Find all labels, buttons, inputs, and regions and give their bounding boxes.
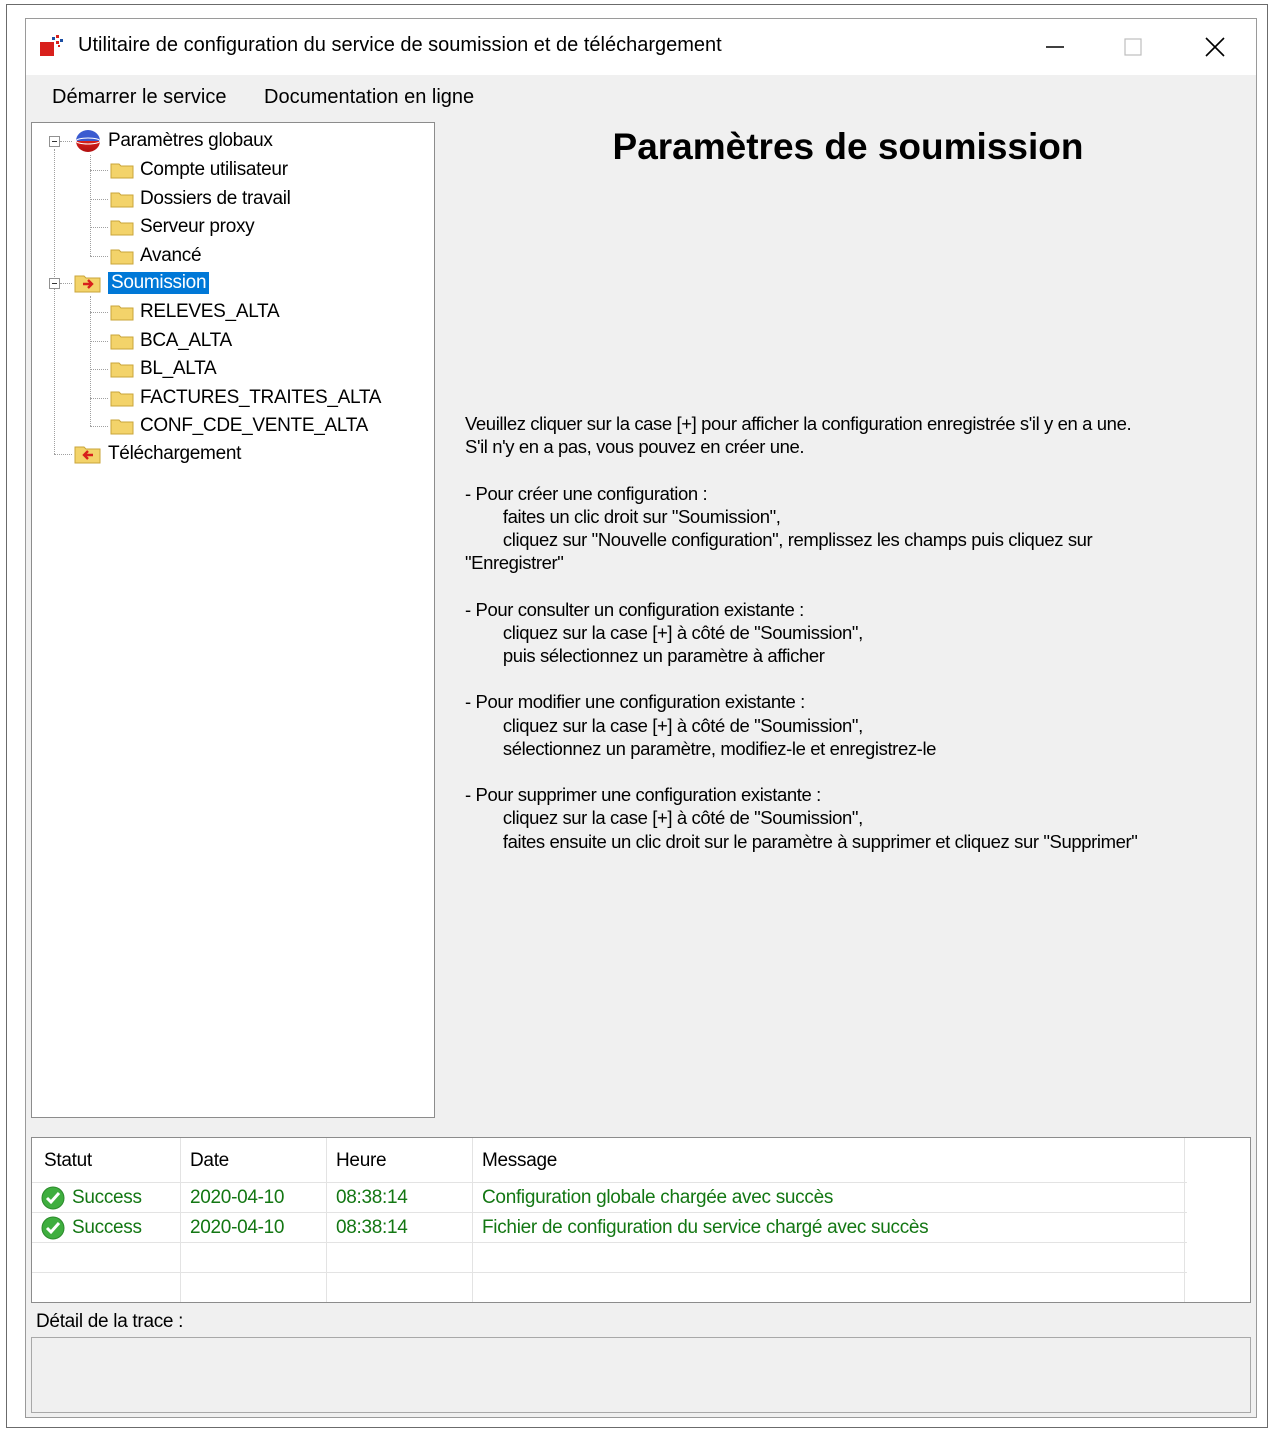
trace-detail-field[interactable] [31, 1337, 1251, 1413]
tree-connector [90, 398, 108, 399]
tree-node-work-folders[interactable]: Dossiers de travail [110, 186, 291, 212]
folder-icon [110, 192, 134, 208]
folder-icon [110, 220, 134, 236]
log-message: Configuration globale chargée avec succè… [482, 1187, 834, 1208]
folder-icon [110, 334, 134, 350]
tree-node-bl[interactable]: BL_ALTA [110, 356, 217, 382]
minimize-button[interactable] [1032, 25, 1078, 69]
title-bar[interactable]: Utilitaire de configuration du service d… [26, 19, 1256, 75]
tree-node-advanced[interactable]: Avancé [110, 243, 202, 269]
tree-connector [90, 312, 108, 313]
row-divider [32, 1182, 1187, 1183]
maximize-button[interactable] [1110, 25, 1156, 69]
folder-icon [110, 391, 134, 407]
tree-connector [60, 283, 72, 284]
tree-connector [54, 289, 55, 454]
tree-node-proxy-server[interactable]: Serveur proxy [110, 214, 255, 240]
tree-label: BL_ALTA [140, 358, 217, 379]
log-status: Success [72, 1187, 142, 1208]
window-title: Utilitaire de configuration du service d… [78, 34, 722, 56]
tree-connector [90, 341, 108, 342]
tree-node-global[interactable]: Paramètres globaux [74, 128, 273, 154]
tree-connector [54, 454, 72, 455]
tree-connector [90, 256, 108, 257]
tree-label: FACTURES_TRAITES_ALTA [140, 387, 382, 408]
menu-bar: Démarrer le service Documentation en lig… [26, 75, 1256, 119]
column-divider [326, 1138, 327, 1302]
tree-node-conf-cde[interactable]: CONF_CDE_VENTE_ALTA [110, 413, 368, 439]
folder-icon [110, 163, 134, 179]
tree-label-global: Paramètres globaux [108, 130, 273, 151]
help-text: Veuillez cliquer sur la case [+] pour af… [465, 413, 1138, 852]
tree-label: RELEVES_ALTA [140, 301, 280, 322]
menu-start-service[interactable]: Démarrer le service [52, 84, 226, 111]
tree-node-releves[interactable]: RELEVES_ALTA [110, 299, 280, 325]
column-header-date[interactable]: Date [190, 1150, 229, 1172]
settings-tree[interactable]: Paramètres globaux Compte utilisateur Do… [31, 122, 435, 1118]
column-header-time[interactable]: Heure [336, 1150, 387, 1172]
log-status: Success [72, 1217, 142, 1238]
maximize-icon [1124, 38, 1142, 56]
menu-online-documentation[interactable]: Documentation en ligne [264, 84, 474, 111]
tree-connector [90, 426, 108, 427]
tree-label-download: Téléchargement [108, 443, 242, 464]
tree-connector [90, 369, 108, 370]
tree-label: Compte utilisateur [140, 159, 288, 180]
row-divider [32, 1242, 1187, 1243]
success-check-icon [41, 1186, 65, 1210]
tree-label: Serveur proxy [140, 216, 255, 237]
log-time: 08:38:14 [336, 1217, 408, 1238]
folder-icon [110, 249, 134, 265]
folder-icon [110, 305, 134, 321]
folder-icon [110, 419, 134, 435]
details-panel: Paramètres de soumission Veuillez clique… [444, 122, 1252, 1118]
log-time: 08:38:14 [336, 1187, 408, 1208]
collapse-toggle-submission[interactable] [49, 278, 60, 289]
tree-label-submission: Soumission [108, 272, 210, 294]
tree-connector [54, 149, 55, 289]
tree-label: BCA_ALTA [140, 330, 232, 351]
minimize-icon [1046, 46, 1064, 48]
panel-heading: Paramètres de soumission [612, 126, 1084, 167]
column-divider [472, 1138, 473, 1302]
trace-label: Détail de la trace : [36, 1311, 184, 1332]
tree-node-factures[interactable]: FACTURES_TRAITES_ALTA [110, 385, 381, 411]
log-message: Fichier de configuration du service char… [482, 1217, 929, 1238]
tree-node-user-account[interactable]: Compte utilisateur [110, 157, 288, 183]
close-icon [1205, 37, 1225, 57]
success-check-icon [41, 1216, 65, 1240]
log-date: 2020-04-10 [190, 1187, 285, 1208]
tree-connector [90, 170, 108, 171]
tree-label: CONF_CDE_VENTE_ALTA [140, 415, 368, 436]
row-divider [32, 1272, 1187, 1273]
tree-connector [90, 296, 91, 426]
tree-node-download[interactable]: Téléchargement [74, 441, 241, 467]
tree-node-bca[interactable]: BCA_ALTA [110, 328, 232, 354]
folder-upload-icon [74, 275, 101, 293]
collapse-toggle-global[interactable] [49, 136, 60, 147]
tree-label: Dossiers de travail [140, 188, 291, 209]
close-button[interactable] [1192, 25, 1238, 69]
column-divider [180, 1138, 181, 1302]
tree-label: Avancé [140, 245, 202, 266]
tree-node-submission[interactable]: Soumission [74, 270, 210, 296]
tree-connector [90, 199, 108, 200]
tree-connector [90, 227, 108, 228]
column-divider [1184, 1138, 1185, 1302]
folder-download-icon [74, 446, 101, 464]
column-header-message[interactable]: Message [482, 1150, 557, 1172]
log-table[interactable]: Statut Date Heure Message Success 2020-0… [31, 1137, 1251, 1303]
log-date: 2020-04-10 [190, 1217, 285, 1238]
column-header-status[interactable]: Statut [44, 1150, 92, 1172]
tree-connector [60, 141, 72, 142]
main-window: Utilitaire de configuration du service d… [25, 18, 1257, 1418]
row-divider [32, 1212, 1187, 1213]
app-icon [40, 35, 63, 56]
folder-icon [110, 362, 134, 378]
globe-icon [75, 130, 101, 152]
